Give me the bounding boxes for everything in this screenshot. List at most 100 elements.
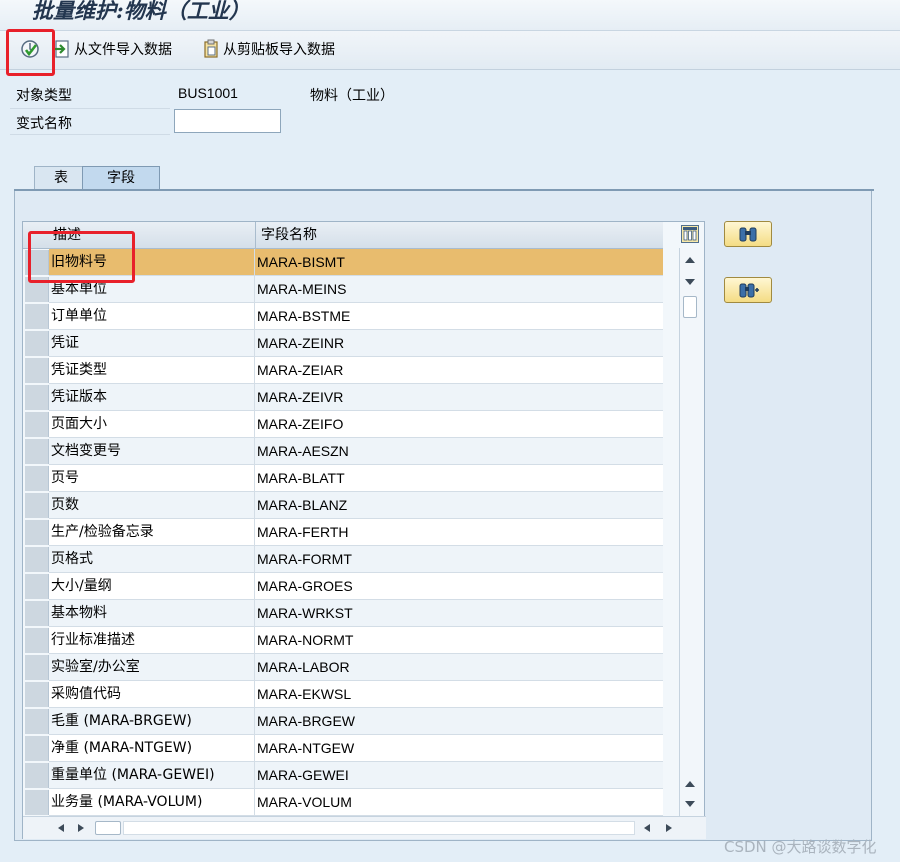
- find-next-button[interactable]: [724, 277, 772, 303]
- row-selector[interactable]: [25, 520, 49, 545]
- cell-description: 毛重 (MARA-BRGEW): [49, 708, 255, 735]
- row-selector[interactable]: [25, 250, 49, 275]
- binoculars-plus-icon: [739, 283, 759, 298]
- table-header: 描述 字段名称: [23, 222, 663, 249]
- table-row[interactable]: 页面大小 MARA-ZEIFO: [23, 411, 663, 438]
- row-selector[interactable]: [25, 412, 49, 437]
- row-selector[interactable]: [25, 466, 49, 491]
- cell-field-name: MARA-BRGEW: [255, 708, 663, 735]
- import-from-file-button[interactable]: 从文件导入数据: [53, 37, 172, 61]
- cell-description: 实验室/办公室: [49, 654, 255, 681]
- table-row[interactable]: 页数 MARA-BLANZ: [23, 492, 663, 519]
- column-header-description[interactable]: 描述: [53, 222, 81, 248]
- find-button[interactable]: [724, 221, 772, 247]
- cell-field-name: MARA-BLATT: [255, 465, 663, 492]
- binoculars-icon: [739, 227, 757, 242]
- row-selector[interactable]: [25, 655, 49, 680]
- vertical-scrollbar[interactable]: [679, 248, 700, 816]
- cell-field-name: MARA-AESZN: [255, 438, 663, 465]
- table-row[interactable]: 行业标准描述 MARA-NORMT: [23, 627, 663, 654]
- table-row[interactable]: 采购值代码 MARA-EKWSL: [23, 681, 663, 708]
- column-header-field-name[interactable]: 字段名称: [261, 222, 317, 248]
- row-selector[interactable]: [25, 277, 49, 302]
- table-row[interactable]: 业务量 (MARA-VOLUM) MARA-VOLUM: [23, 789, 663, 816]
- cell-description: 页数: [49, 492, 255, 519]
- table-row[interactable]: 页号 MARA-BLATT: [23, 465, 663, 492]
- scroll-far-right-icon[interactable]: [665, 823, 673, 833]
- scroll-left-icon[interactable]: [57, 823, 65, 833]
- row-selector[interactable]: [25, 790, 49, 815]
- scroll-down-icon[interactable]: [684, 278, 696, 286]
- row-selector[interactable]: [25, 682, 49, 707]
- cell-description: 大小/量纲: [49, 573, 255, 600]
- cell-description: 基本单位: [49, 276, 255, 303]
- scroll-page-down-icon[interactable]: [684, 800, 696, 808]
- table-row[interactable]: 凭证版本 MARA-ZEIVR: [23, 384, 663, 411]
- table-row[interactable]: 生产/检验备忘录 MARA-FERTH: [23, 519, 663, 546]
- cell-field-name: MARA-WRKST: [255, 600, 663, 627]
- cell-field-name: MARA-EKWSL: [255, 681, 663, 708]
- cell-description: 文档变更号: [49, 438, 255, 465]
- row-selector[interactable]: [25, 628, 49, 653]
- table-row[interactable]: 凭证类型 MARA-ZEIAR: [23, 357, 663, 384]
- fields-table: 描述 字段名称 旧物料号 MARA-BISMT 基本单位 MARA-MEINS 订单单位…: [22, 221, 706, 839]
- cell-field-name: MARA-VOLUM: [255, 789, 663, 816]
- variant-name-input[interactable]: [174, 109, 281, 133]
- clipboard-import-icon: [204, 39, 218, 58]
- row-selector[interactable]: [25, 709, 49, 734]
- cell-field-name: MARA-BSTME: [255, 303, 663, 330]
- column-settings-icon[interactable]: [681, 225, 699, 243]
- tab-table[interactable]: 表: [34, 166, 88, 189]
- watermark: CSDN @大路谈数字化: [724, 838, 877, 856]
- row-selector[interactable]: [25, 385, 49, 410]
- table-row[interactable]: 实验室/办公室 MARA-LABOR: [23, 654, 663, 681]
- table-row[interactable]: 毛重 (MARA-BRGEW) MARA-BRGEW: [23, 708, 663, 735]
- row-selector[interactable]: [25, 547, 49, 572]
- cell-description: 凭证类型: [49, 357, 255, 384]
- row-selector[interactable]: [25, 331, 49, 356]
- scroll-right-icon[interactable]: [77, 823, 85, 833]
- row-selector[interactable]: [25, 358, 49, 383]
- table-row[interactable]: 文档变更号 MARA-AESZN: [23, 438, 663, 465]
- table-row[interactable]: 重量单位 (MARA-GEWEI) MARA-GEWEI: [23, 762, 663, 789]
- execute-button[interactable]: [20, 37, 43, 61]
- horizontal-scrollbar[interactable]: [23, 816, 706, 839]
- cell-description: 凭证版本: [49, 384, 255, 411]
- row-selector[interactable]: [25, 763, 49, 788]
- cell-description: 页号: [49, 465, 255, 492]
- row-selector[interactable]: [25, 439, 49, 464]
- execute-clock-icon: [21, 40, 39, 58]
- scroll-far-left-icon[interactable]: [643, 823, 651, 833]
- tab-fields[interactable]: 字段: [82, 166, 160, 189]
- cell-description: 重量单位 (MARA-GEWEI): [49, 762, 255, 789]
- scroll-up-icon[interactable]: [684, 256, 696, 264]
- cell-field-name: MARA-GROES: [255, 573, 663, 600]
- table-row[interactable]: 页格式 MARA-FORMT: [23, 546, 663, 573]
- horizontal-scroll-thumb[interactable]: [95, 821, 121, 835]
- cell-field-name: MARA-MEINS: [255, 276, 663, 303]
- table-row[interactable]: 基本物料 MARA-WRKST: [23, 600, 663, 627]
- row-selector[interactable]: [25, 574, 49, 599]
- row-selector[interactable]: [25, 736, 49, 761]
- scroll-thumb[interactable]: [683, 296, 697, 318]
- import-from-clipboard-button[interactable]: 从剪贴板导入数据: [202, 37, 335, 61]
- cell-field-name: MARA-GEWEI: [255, 762, 663, 789]
- row-selector[interactable]: [25, 304, 49, 329]
- scroll-page-up-icon[interactable]: [684, 780, 696, 788]
- row-selector[interactable]: [25, 493, 49, 518]
- object-type-value: BUS1001: [178, 85, 238, 101]
- table-row[interactable]: 订单单位 MARA-BSTME: [23, 303, 663, 330]
- table-row[interactable]: 基本单位 MARA-MEINS: [23, 276, 663, 303]
- row-selector[interactable]: [25, 601, 49, 626]
- cell-description: 行业标准描述: [49, 627, 255, 654]
- table-row[interactable]: 旧物料号 MARA-BISMT: [23, 249, 663, 276]
- cell-description: 凭证: [49, 330, 255, 357]
- table-row[interactable]: 凭证 MARA-ZEINR: [23, 330, 663, 357]
- page-title: 批量维护:物料（工业）: [32, 0, 250, 23]
- cell-field-name: MARA-ZEIFO: [255, 411, 663, 438]
- table-row[interactable]: 大小/量纲 MARA-GROES: [23, 573, 663, 600]
- cell-field-name: MARA-LABOR: [255, 654, 663, 681]
- horizontal-scroll-track[interactable]: [123, 821, 635, 835]
- table-row[interactable]: 净重 (MARA-NTGEW) MARA-NTGEW: [23, 735, 663, 762]
- cell-field-name: MARA-NORMT: [255, 627, 663, 654]
